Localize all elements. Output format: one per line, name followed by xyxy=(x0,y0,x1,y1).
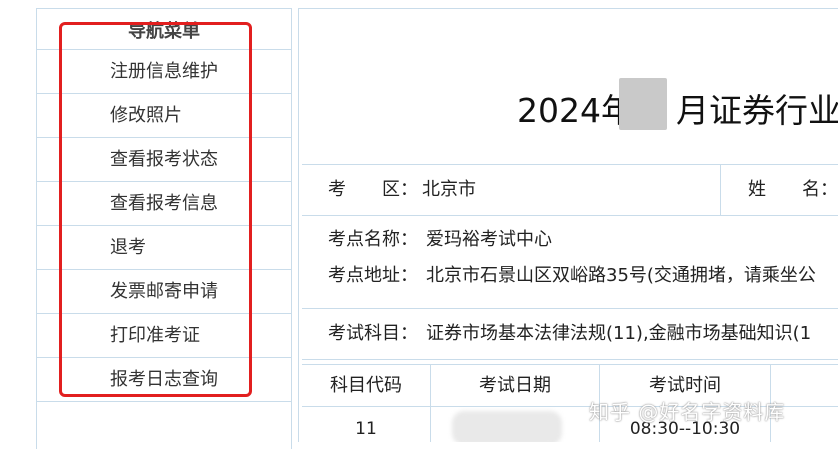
info-row-subjects: 考试科目： 证券市场基本法律法规(11),金融市场基础知识(1 xyxy=(302,309,838,360)
table-header-code: 科目代码 xyxy=(330,375,402,396)
redacted-date xyxy=(452,411,562,442)
page-title-prefix: 2024年 xyxy=(517,91,634,130)
page-title-suffix: 月证券行业专 xyxy=(675,91,838,130)
page-title: 2024年 月证券行业专 xyxy=(517,84,838,132)
menu-item-registration-log[interactable]: 报考日志查询 xyxy=(37,357,291,402)
sidebar: 导航菜单 注册信息维护 修改照片 查看报考状态 查看报考信息 退考 发票邮寄申请… xyxy=(36,8,292,449)
area-value: 北京市 xyxy=(422,179,476,200)
main-panel: 2024年 月证券行业专 考 区： 北京市 姓 名： 考点名称： 爱玛裕考试中心 … xyxy=(298,8,838,442)
menu-item-print-admission[interactable]: 打印准考证 xyxy=(37,313,291,357)
table-row-code: 11 xyxy=(355,419,377,439)
table-header-date: 考试日期 xyxy=(479,375,551,396)
menu-item-edit-photo[interactable]: 修改照片 xyxy=(37,93,291,137)
subjects-value: 证券市场基本法律法规(11),金融市场基础知识(1 xyxy=(426,323,812,344)
exam-info: 考 区： 北京市 姓 名： 考点名称： 爱玛裕考试中心 考点地址： 北京市石景山… xyxy=(302,164,838,360)
menu-item-withdraw[interactable]: 退考 xyxy=(37,225,291,269)
info-row-site-address: 考点地址： 北京市石景山区双峪路35号(交通拥堵，请乘坐公 xyxy=(302,260,838,309)
site-address-label: 考点地址： xyxy=(328,265,418,286)
name-label: 姓 名： xyxy=(748,179,838,200)
menu-item-registration-info-view[interactable]: 查看报考信息 xyxy=(37,181,291,225)
subjects-label: 考试科目： xyxy=(328,323,418,344)
redacted-month xyxy=(619,78,667,130)
menu-item-invoice-mail[interactable]: 发票邮寄申请 xyxy=(37,269,291,313)
site-name-label: 考点名称： xyxy=(328,229,418,250)
menu-item-registration-status[interactable]: 查看报考状态 xyxy=(37,137,291,181)
info-row-site-name: 考点名称： 爱玛裕考试中心 xyxy=(302,216,838,260)
info-row-area: 考 区： 北京市 姓 名： xyxy=(302,165,838,216)
area-label: 考 区： xyxy=(328,179,418,200)
watermark: 知乎 @好名字资料库 xyxy=(589,400,786,424)
sidebar-title: 导航菜单 xyxy=(128,21,200,42)
menu-item-registration-info[interactable]: 注册信息维护 xyxy=(37,49,291,93)
site-address-value: 北京市石景山区双峪路35号(交通拥堵，请乘坐公 xyxy=(426,265,816,286)
site-name-value: 爱玛裕考试中心 xyxy=(426,229,552,250)
